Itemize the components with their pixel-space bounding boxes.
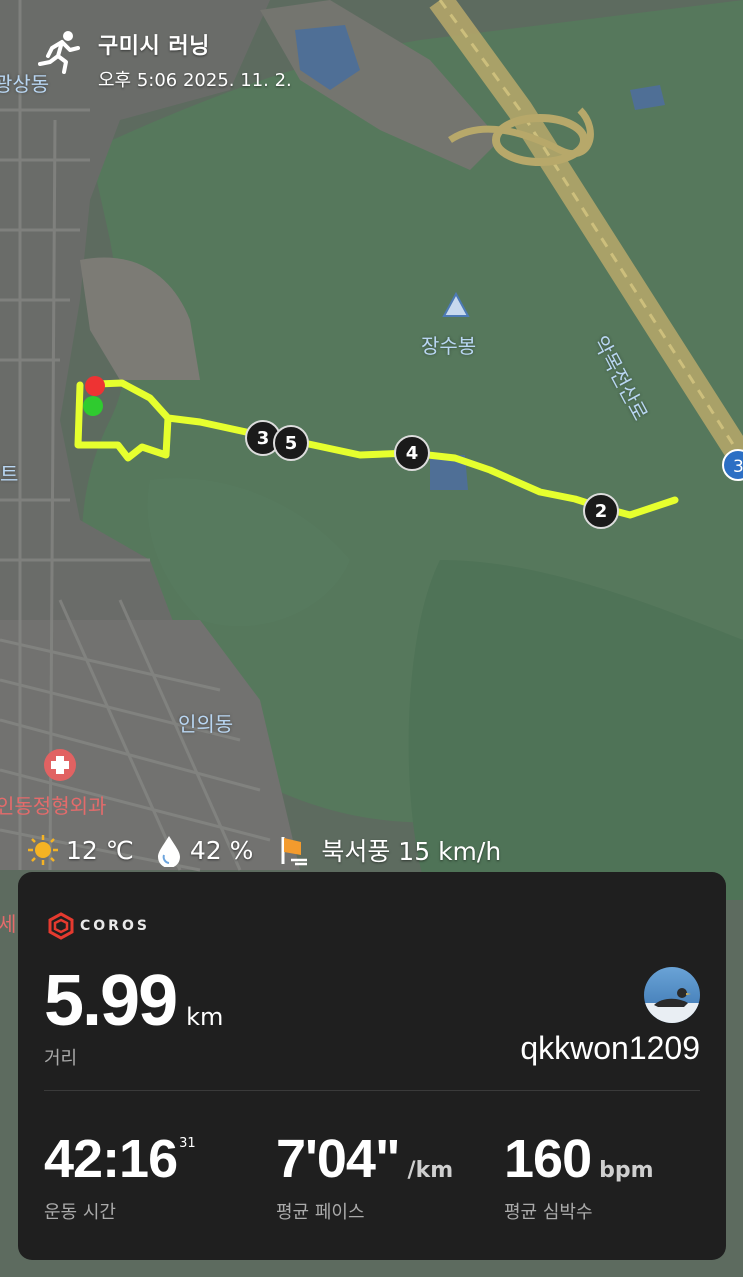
coros-logo-icon — [48, 912, 74, 940]
distance-label: 거리 — [44, 1048, 78, 1069]
coros-logo: COROS — [48, 912, 150, 940]
map-label-peak: 장수봉 — [421, 334, 477, 358]
duration-value: 42:16 — [44, 1129, 178, 1189]
distance-stat: 5.99 km — [44, 960, 223, 1042]
map-label-left-bottom: 세 — [0, 912, 17, 936]
wind-flag-icon — [281, 837, 308, 866]
humidity-icon — [157, 836, 180, 867]
map-label-dong: 인의동 — [178, 712, 234, 736]
map-poi-clinic: 인동정형외과 — [0, 794, 107, 818]
pace-label: 평균 페이스 — [276, 1202, 365, 1223]
brand-name: COROS — [80, 918, 150, 934]
weather-wind: 북서풍 15 km/h — [321, 837, 502, 866]
distance-value: 5.99 — [44, 961, 178, 1041]
duration-label: 운동 시간 — [44, 1202, 116, 1223]
pace-stat: 7'04"/km 평균 페이스 — [276, 1128, 453, 1224]
heart-rate-value: 160 — [504, 1129, 592, 1189]
activity-datetime: 오후 5:06 2025. 11. 2. — [98, 70, 292, 91]
pace-value: 7'04" — [276, 1129, 401, 1189]
km-marker[interactable]: 2 — [583, 493, 619, 529]
weather-temp: 12 ℃ — [66, 835, 134, 865]
heart-rate-stat: 160 bpm 평균 심박수 — [504, 1128, 654, 1224]
km-marker[interactable]: 5 — [273, 425, 309, 461]
runner-icon — [38, 31, 80, 74]
map-label-left-edge: 트 — [0, 462, 19, 486]
duration-stat: 42:16 31 운동 시간 — [44, 1128, 196, 1224]
road-badge: 3 — [733, 457, 743, 477]
activity-summary-card: COROS 5.99 km 거리 qkkwon1209 42:16 31 운동 시… — [18, 872, 726, 1260]
distance-unit: km — [186, 1003, 224, 1031]
divider — [44, 1090, 700, 1091]
activity-title: 구미시 러닝 — [98, 34, 210, 59]
km-marker[interactable]: 4 — [394, 435, 430, 471]
activity-header: 구미시 러닝 오후 5:06 2025. 11. 2. — [34, 28, 292, 92]
heart-rate-unit: bpm — [599, 1158, 654, 1183]
weather-humidity: 42 % — [189, 835, 254, 865]
pace-unit: /km — [407, 1158, 454, 1183]
username[interactable]: qkkwon1209 — [520, 1030, 700, 1067]
sun-icon — [28, 835, 58, 865]
heart-rate-label: 평균 심박수 — [504, 1202, 593, 1223]
duration-hundredths: 31 — [179, 1136, 196, 1151]
weather-bar: 12 ℃ 42 % 북서풍 15 km/h — [26, 832, 501, 868]
duck-avatar-icon — [644, 988, 700, 1023]
avatar[interactable] — [644, 967, 700, 1023]
